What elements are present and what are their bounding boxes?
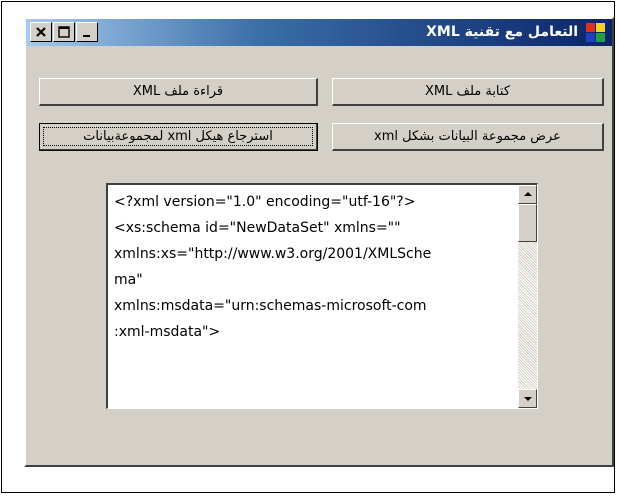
vertical-scrollbar[interactable]: [518, 185, 537, 408]
scroll-down-button[interactable]: [518, 389, 537, 408]
xml-output-text[interactable]: <?xml version="1.0" encoding="utf-16"?> …: [114, 189, 512, 345]
write-xml-button[interactable]: كتابة ملف XML: [332, 78, 604, 106]
arrow-up-icon: [524, 192, 532, 196]
maximize-button[interactable]: [53, 22, 75, 42]
minimize-icon: [83, 35, 90, 37]
xml-output-textbox[interactable]: <?xml version="1.0" encoding="utf-16"?> …: [106, 183, 538, 409]
arrow-down-icon: [524, 397, 532, 401]
show-dataset-xml-button[interactable]: عرض مجموعة البيانات بشكل xml: [332, 123, 604, 151]
maximize-icon: [58, 26, 70, 38]
app-icon[interactable]: [586, 23, 606, 43]
close-icon: [36, 27, 46, 37]
caption-buttons: [30, 22, 98, 43]
screenshot-frame: التعامل مع تقنية XML كتابة ملف XML قراءة…: [1, 1, 615, 493]
scroll-thumb[interactable]: [518, 204, 537, 242]
title-bar[interactable]: التعامل مع تقنية XML: [26, 19, 612, 46]
get-schema-button[interactable]: استرجاع هيكل xml لمجموعةبيانات: [39, 123, 318, 151]
window-title: التعامل مع تقنية XML: [426, 24, 578, 40]
minimize-button[interactable]: [76, 22, 98, 42]
read-xml-button[interactable]: قراءة ملف XML: [39, 78, 318, 106]
scroll-up-button[interactable]: [518, 185, 537, 204]
close-button[interactable]: [30, 22, 52, 42]
app-window: التعامل مع تقنية XML كتابة ملف XML قراءة…: [24, 17, 614, 467]
